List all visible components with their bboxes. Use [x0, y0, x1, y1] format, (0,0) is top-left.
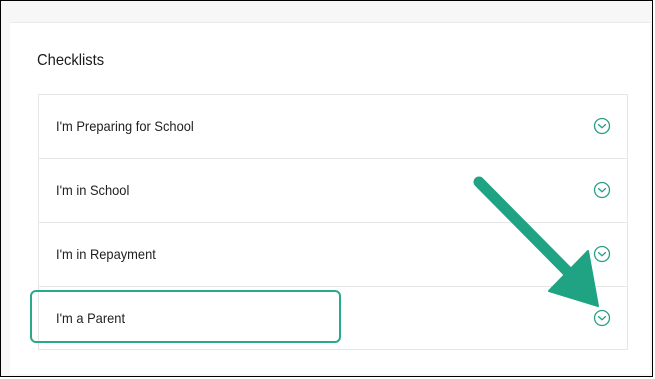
checklist-item-label: I'm in Repayment — [56, 246, 156, 262]
checklist-item-in-repayment[interactable]: I'm in Repayment — [39, 223, 627, 287]
checklist-item-in-school[interactable]: I'm in School — [39, 159, 627, 223]
section-title: Checklists — [37, 52, 105, 69]
chevron-down-circle-icon[interactable] — [592, 116, 612, 136]
checklist-item-label: I'm Preparing for School — [56, 118, 194, 134]
checklist-accordion: I'm Preparing for School I'm in School I… — [38, 94, 628, 350]
chevron-down-circle-icon[interactable] — [592, 308, 612, 328]
checklist-item-label: I'm a Parent — [56, 310, 126, 326]
chevron-down-circle-icon[interactable] — [592, 180, 612, 200]
checklist-item-label: I'm in School — [56, 182, 130, 198]
checklist-item-preparing-for-school[interactable]: I'm Preparing for School — [39, 95, 627, 159]
chevron-down-circle-icon[interactable] — [592, 244, 612, 264]
checklist-item-parent[interactable]: I'm a Parent — [39, 287, 627, 351]
